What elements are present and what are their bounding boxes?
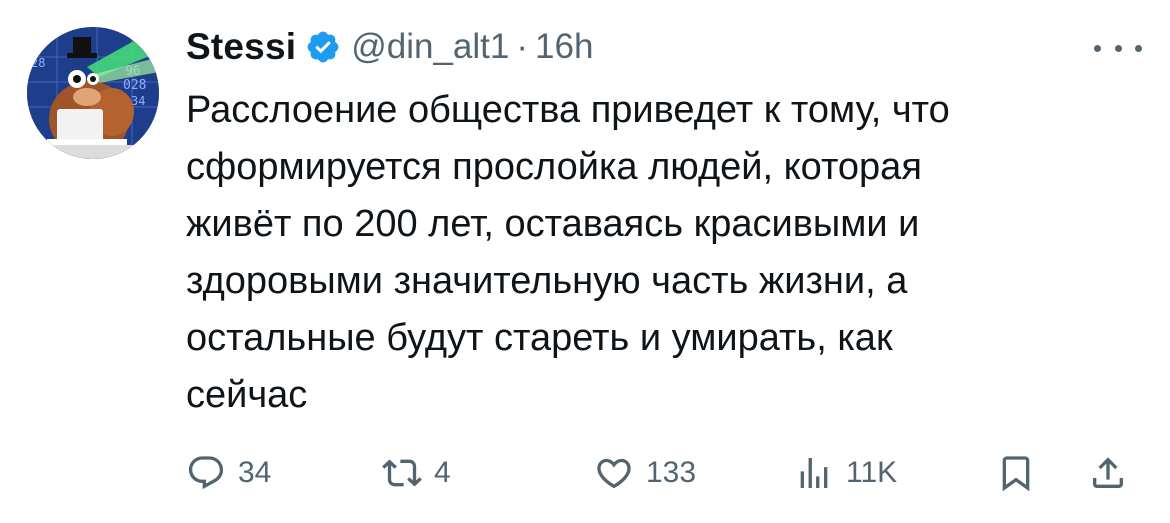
views-icon	[794, 453, 834, 493]
bookmark-button[interactable]	[996, 448, 1036, 498]
repost-icon	[382, 453, 422, 493]
like-button[interactable]: 133	[594, 448, 696, 498]
share-icon	[1088, 453, 1128, 493]
like-count: 133	[646, 456, 697, 489]
separator-dot: ·	[516, 27, 529, 66]
handle[interactable]: @din_alt1	[351, 27, 509, 67]
tweet-header: Stessi @din_alt1 · 16h	[186, 22, 593, 72]
timestamp[interactable]: 16h	[535, 27, 593, 67]
action-bar: 34 4 133 11K	[186, 448, 1146, 498]
heart-icon	[594, 453, 634, 493]
tweet: 96 028 34 28 Stessi @d	[0, 0, 1170, 523]
display-name[interactable]: Stessi	[186, 26, 296, 68]
svg-text:28: 28	[31, 56, 45, 70]
tweet-text: Расслоение общества приведет к тому, что…	[186, 89, 950, 416]
share-button[interactable]	[1088, 448, 1128, 498]
repost-count: 4	[434, 456, 451, 489]
repost-button[interactable]: 4	[382, 448, 451, 498]
verified-badge-icon	[305, 29, 341, 65]
views-button[interactable]: 11K	[794, 448, 897, 498]
more-icon[interactable]	[1094, 38, 1142, 58]
reply-icon	[186, 453, 226, 493]
reply-count: 34	[238, 456, 272, 489]
views-count: 11K	[846, 456, 898, 489]
bookmark-icon	[996, 453, 1036, 493]
avatar-image: 96 028 34 28	[27, 27, 159, 159]
reply-button[interactable]: 34	[186, 448, 271, 498]
avatar[interactable]: 96 028 34 28	[27, 27, 159, 159]
svg-text:028: 028	[123, 78, 146, 93]
